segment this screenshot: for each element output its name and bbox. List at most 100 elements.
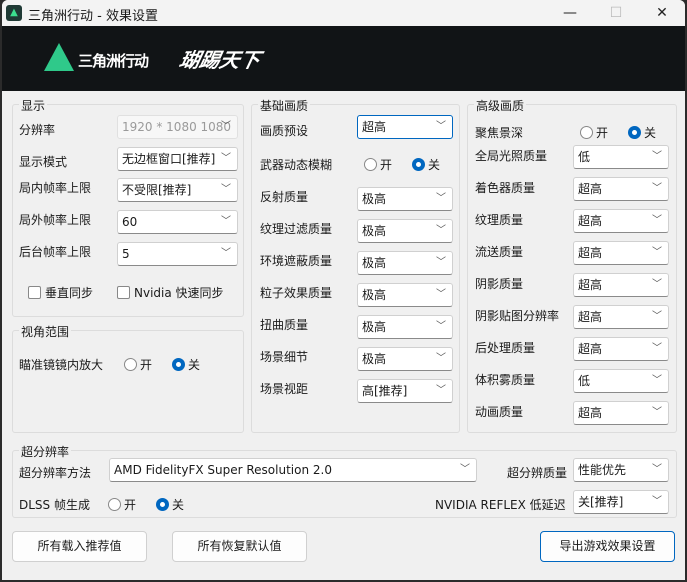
field-label: 着色器质量 bbox=[475, 181, 536, 195]
chevron-down-icon: ﹀ bbox=[436, 321, 446, 332]
advanced-select-8[interactable]: 超高 ﹀ bbox=[573, 401, 669, 425]
display-select-0[interactable]: 1920 * 1080 1080 ﹀ bbox=[117, 115, 238, 139]
nvidia_sync-checkbox[interactable]: Nvidia 快速同步 bbox=[117, 284, 224, 301]
select-value: 高[推荐] bbox=[362, 384, 408, 398]
minimize-button[interactable]: — bbox=[547, 2, 593, 24]
chevron-down-icon: ﹀ bbox=[652, 247, 662, 258]
dof-radio-on[interactable]: 开 bbox=[580, 124, 608, 141]
advanced-select-1[interactable]: 超高 ﹀ bbox=[573, 177, 669, 201]
select-value: 超高 bbox=[578, 278, 603, 292]
basic-select-1[interactable]: 极高 ﹀ bbox=[357, 219, 453, 243]
chevron-down-icon: ﹀ bbox=[652, 464, 662, 475]
field-label: 显示模式 bbox=[19, 155, 68, 169]
radio-icon bbox=[364, 158, 377, 171]
field-label: 粒子效果质量 bbox=[260, 286, 333, 300]
radio-label: 关 bbox=[188, 358, 201, 372]
dof-radio-off[interactable]: 关 bbox=[628, 124, 656, 141]
select-value: 极高 bbox=[362, 192, 387, 206]
group-title: 高级画质 bbox=[474, 97, 527, 114]
app-icon: ▲ bbox=[6, 5, 22, 21]
basic-select-6[interactable]: 高[推荐] ﹀ bbox=[357, 379, 453, 403]
basic-select-2[interactable]: 极高 ﹀ bbox=[357, 251, 453, 275]
select-value: 极高 bbox=[362, 320, 387, 334]
chevron-down-icon: ﹀ bbox=[221, 216, 231, 227]
motion-blur-radio-on[interactable]: 开 bbox=[364, 156, 392, 173]
basic-select-3[interactable]: 极高 ﹀ bbox=[357, 283, 453, 307]
select-value: 5 bbox=[122, 247, 130, 261]
radio-label: 关 bbox=[644, 126, 657, 140]
load-recommended-button[interactable]: 所有载入推荐值 bbox=[12, 531, 147, 562]
field-label: 纹理质量 bbox=[475, 213, 524, 227]
upscale-quality-select[interactable]: 性能优先 ﹀ bbox=[573, 458, 669, 482]
radio-label: 关 bbox=[428, 158, 441, 172]
chevron-down-icon: ﹀ bbox=[652, 343, 662, 354]
field-label: 聚焦景深 bbox=[475, 126, 524, 140]
reflex-select[interactable]: 关[推荐] ﹀ bbox=[573, 490, 669, 514]
display-select-4[interactable]: 5 ﹀ bbox=[117, 242, 238, 266]
field-label: 流送质量 bbox=[475, 245, 524, 259]
dlss-fg-radio-on[interactable]: 开 bbox=[108, 496, 136, 513]
chevron-down-icon: ﹀ bbox=[652, 375, 662, 386]
radio-label: 关 bbox=[172, 498, 185, 512]
field-label: 瞄准镜镜内放大 bbox=[19, 358, 104, 372]
basic-select-4[interactable]: 极高 ﹀ bbox=[357, 315, 453, 339]
select-value: 超高 bbox=[578, 214, 603, 228]
scope-zoom-radio-off[interactable]: 关 bbox=[172, 356, 200, 373]
select-value: 性能优先 bbox=[578, 463, 627, 477]
chevron-down-icon: ﹀ bbox=[460, 464, 470, 475]
checkbox-icon bbox=[28, 286, 41, 299]
group-title: 超分辨率 bbox=[19, 443, 72, 460]
advanced-select-2[interactable]: 超高 ﹀ bbox=[573, 209, 669, 233]
display-select-1[interactable]: 无边框窗口[推荐] ﹀ bbox=[117, 147, 238, 171]
radio-icon bbox=[628, 126, 641, 139]
chevron-down-icon: ﹀ bbox=[436, 121, 446, 132]
chevron-down-icon: ﹀ bbox=[221, 153, 231, 164]
upscale-method-select[interactable]: AMD FidelityFX Super Resolution 2.0 ﹀ bbox=[109, 458, 477, 482]
restore-default-button[interactable]: 所有恢复默认值 bbox=[172, 531, 307, 562]
select-value: 极高 bbox=[362, 288, 387, 302]
field-label: 场景细节 bbox=[260, 350, 309, 364]
display-select-2[interactable]: 不受限[推荐] ﹀ bbox=[117, 178, 238, 202]
radio-icon bbox=[124, 358, 137, 371]
checkbox-label: Nvidia 快速同步 bbox=[134, 286, 224, 300]
display-select-3[interactable]: 60 ﹀ bbox=[117, 210, 238, 234]
group-title: 视角范围 bbox=[19, 323, 72, 340]
vsync-checkbox[interactable]: 垂直同步 bbox=[28, 284, 93, 301]
export-settings-button[interactable]: 导出游戏效果设置 bbox=[540, 531, 675, 562]
field-label: 局外帧率上限 bbox=[19, 213, 92, 227]
preset-select[interactable]: 超高 ﹀ bbox=[357, 115, 453, 139]
field-label: 动画质量 bbox=[475, 405, 524, 419]
radio-label: 开 bbox=[124, 498, 137, 512]
select-value: 1920 * 1080 1080 bbox=[122, 120, 232, 134]
field-label: 后处理质量 bbox=[475, 341, 536, 355]
advanced-select-7[interactable]: 低 ﹀ bbox=[573, 369, 669, 393]
chevron-down-icon: ﹀ bbox=[652, 279, 662, 290]
select-value: 低 bbox=[578, 150, 591, 164]
game-logo-text: 三角洲行动 bbox=[78, 52, 149, 70]
maximize-button[interactable]: ☐ bbox=[593, 2, 639, 24]
advanced-select-5[interactable]: 超高 ﹀ bbox=[573, 305, 669, 329]
basic-select-0[interactable]: 极高 ﹀ bbox=[357, 187, 453, 211]
field-label: 阴影质量 bbox=[475, 277, 524, 291]
chevron-down-icon: ﹀ bbox=[436, 289, 446, 300]
close-button[interactable]: ✕ bbox=[639, 2, 685, 24]
advanced-select-0[interactable]: 低 ﹀ bbox=[573, 145, 669, 169]
motion-blur-radio-off[interactable]: 关 bbox=[412, 156, 440, 173]
chevron-down-icon: ﹀ bbox=[652, 151, 662, 162]
chevron-down-icon: ﹀ bbox=[221, 121, 231, 132]
radio-icon bbox=[108, 498, 121, 511]
advanced-select-4[interactable]: 超高 ﹀ bbox=[573, 273, 669, 297]
basic-select-5[interactable]: 极高 ﹀ bbox=[357, 347, 453, 371]
dlss-fg-radio-off[interactable]: 关 bbox=[156, 496, 184, 513]
chevron-down-icon: ﹀ bbox=[652, 311, 662, 322]
scope-zoom-radio-on[interactable]: 开 bbox=[124, 356, 152, 373]
group-title: 显示 bbox=[19, 97, 48, 114]
field-label: 超分辨率方法 bbox=[19, 466, 92, 480]
radio-icon bbox=[172, 358, 185, 371]
chevron-down-icon: ﹀ bbox=[221, 184, 231, 195]
advanced-select-6[interactable]: 超高 ﹀ bbox=[573, 337, 669, 361]
chevron-down-icon: ﹀ bbox=[436, 193, 446, 204]
field-label: 环境遮蔽质量 bbox=[260, 254, 333, 268]
advanced-select-3[interactable]: 超高 ﹀ bbox=[573, 241, 669, 265]
select-value: 超高 bbox=[578, 246, 603, 260]
